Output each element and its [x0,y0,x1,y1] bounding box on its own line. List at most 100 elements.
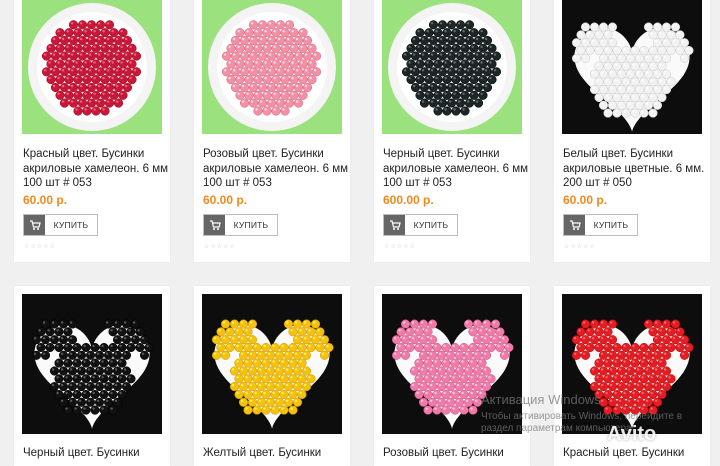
bead [298,59,308,69]
bead [652,22,663,32]
bead [661,69,672,79]
bead-highlight [258,383,262,387]
bead [50,35,61,46]
product-image[interactable] [22,294,162,434]
bead-highlight [430,69,434,72]
product-card[interactable]: Белый цвет. Бусинки акриловые цветные. 6… [554,0,710,262]
product-image[interactable] [382,0,522,134]
bead [477,374,487,384]
bead-highlight [412,53,416,56]
product-title[interactable]: Белый цвет. Бусинки акриловые цветные. 6… [563,147,709,191]
bead [589,85,600,95]
bead-highlight [120,61,123,64]
bead-highlight [426,92,429,96]
bead [491,67,502,77]
bead-highlight [421,69,425,72]
bead [455,82,466,93]
bead [284,67,295,77]
bead [117,342,127,353]
product-title[interactable]: Желтый цвет. Бусинки [203,446,349,461]
bead [297,327,307,337]
bead-highlight [452,376,455,379]
bead-highlight [124,37,128,41]
bead [59,35,70,46]
bead [487,43,497,53]
bead [104,82,115,93]
bead-highlight [70,37,74,41]
product-image[interactable] [202,0,342,134]
product-card[interactable]: Розовый цвет. Бусинки акриловые хамелеон… [194,0,350,262]
bead [77,67,88,77]
bead [607,53,618,63]
buy-button[interactable]: КУПИТЬ [23,214,98,236]
product-price: 60.00 р. [563,193,608,207]
bead [261,389,271,400]
bead [589,366,600,376]
bead [423,342,433,353]
bead [302,35,313,46]
bead-highlight [254,360,257,363]
product-card[interactable]: Черный цвет. Бусинки акриловые хамелеон.… [374,0,530,262]
product-card[interactable]: Желтый цвет. Бусинки [194,286,350,466]
buy-button[interactable]: КУПИТЬ [383,214,458,236]
bead [86,82,97,93]
bead-highlight [42,337,46,340]
bead [428,35,439,46]
product-card[interactable]: Черный цвет. Бусинки [14,286,170,466]
bead [469,28,479,38]
bead-highlight [444,108,447,111]
bead-highlight [483,368,487,371]
product-image[interactable] [202,294,342,434]
bead [607,335,618,345]
bead [135,342,145,353]
product-title[interactable]: Красный цвет. Бусинки акриловые хамелеон… [23,147,169,191]
bead-highlight [110,329,113,332]
product-title[interactable]: Розовый цвет. Бусинки акриловые хамелеон… [203,147,349,191]
bead-highlight [453,61,456,64]
bead-highlight [97,69,101,72]
bead-highlight [88,22,92,25]
product-title[interactable]: Черный цвет. Бусинки [23,446,169,461]
bead-highlight [88,84,92,88]
bead-highlight [294,368,298,371]
bead-highlight [33,352,37,355]
bead [275,67,286,77]
bead [446,35,457,46]
bead-highlight [641,94,644,98]
bead-highlight [659,94,662,98]
bead-highlight [236,391,239,395]
bead-highlight [475,100,479,103]
bead-highlight [255,76,258,80]
product-image[interactable] [22,0,162,134]
bead [131,51,142,61]
product-image[interactable] [562,0,702,134]
bead [469,90,479,100]
bead [244,75,254,85]
bead [121,366,132,376]
bead [418,350,429,360]
bead [67,366,78,376]
bead-highlight [452,360,455,363]
bead-highlight [65,407,68,410]
bead [118,75,128,85]
product-card[interactable]: Красный цвет. Бусинки акриловые хамелеон… [14,0,170,262]
buy-button[interactable]: КУПИТЬ [203,214,278,236]
bead [424,59,434,69]
bead-highlight [663,321,667,324]
bead-highlight [448,37,452,41]
bead-highlight [57,45,60,48]
bead-highlight [236,376,239,379]
bead-highlight [421,53,425,56]
bead-highlight [474,321,478,324]
bead-highlight [434,360,437,363]
bead-highlight [111,30,114,33]
buy-button[interactable]: КУПИТЬ [563,214,638,236]
bead [455,20,466,30]
bead [670,38,681,48]
bead-highlight [285,368,289,371]
bead-highlight [475,84,479,88]
bead-highlight [282,30,285,33]
bead-highlight [277,100,281,103]
bead [265,397,276,407]
product-title[interactable]: Черный цвет. Бусинки акриловые хамелеон.… [383,147,529,191]
